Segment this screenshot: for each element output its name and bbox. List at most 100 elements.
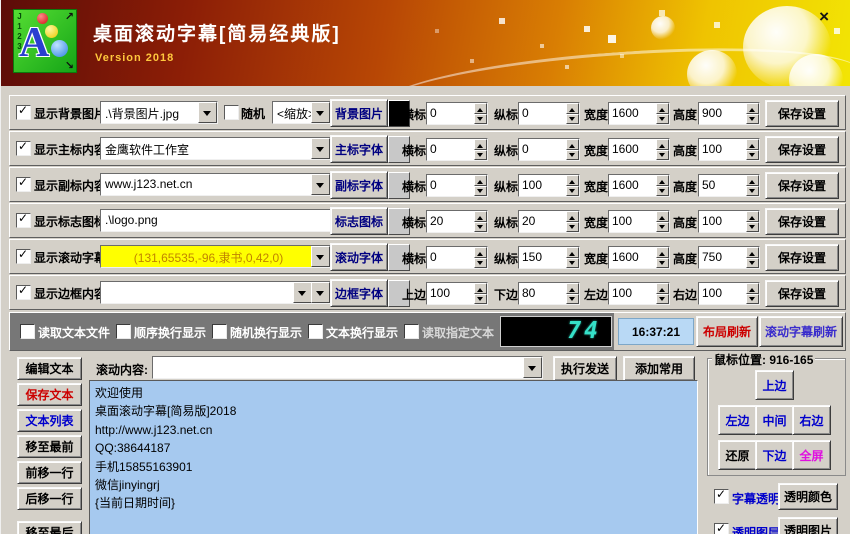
spin-down-button[interactable] [746, 149, 759, 160]
spin-up-button[interactable] [566, 139, 579, 150]
spin-up-button[interactable] [474, 103, 487, 114]
show-background-checkbox[interactable]: ✓ [16, 103, 31, 120]
execute-send-button[interactable]: 执行发送 [553, 356, 617, 381]
subtitle-transparent-checkbox[interactable]: ✓ [714, 487, 729, 504]
transparent-color-button[interactable]: 透明颜色 [778, 483, 838, 510]
height-field[interactable]: 50 [698, 174, 760, 197]
spin-down-button[interactable] [746, 257, 759, 268]
spin-down-button[interactable] [474, 293, 487, 304]
height-field[interactable]: 900 [698, 102, 760, 125]
spin-up-button[interactable] [746, 211, 759, 222]
bottom-margin-field[interactable]: 80 [518, 282, 580, 305]
height-field[interactable]: 100 [698, 210, 760, 233]
move-down-line-button[interactable]: 后移一行 [17, 487, 82, 510]
dropdown-button[interactable] [311, 138, 330, 159]
scale-mode-combobox[interactable]: <缩放> [272, 101, 331, 124]
spin-up-button[interactable] [746, 139, 759, 150]
spin-down-button[interactable] [656, 293, 669, 304]
spin-up-button[interactable] [746, 103, 759, 114]
save-settings-button[interactable]: 保存设置 [765, 136, 839, 163]
text-list-button[interactable]: 文本列表 [17, 409, 82, 432]
dropdown-button[interactable] [523, 357, 542, 378]
layout-refresh-button[interactable]: 布局刷新 [696, 316, 758, 347]
save-settings-button[interactable]: 保存设置 [765, 100, 839, 127]
spin-down-button[interactable] [746, 185, 759, 196]
position-fullscreen-button[interactable]: 全屏 [792, 440, 831, 470]
sequential-wrap-checkbox[interactable] [116, 324, 131, 339]
subtitle-combobox[interactable]: www.j123.net.cn [100, 173, 331, 196]
spin-up-button[interactable] [656, 103, 669, 114]
marquee-text-editor[interactable]: 欢迎使用 桌面滚动字幕[简易版]2018 http://www.j123.net.c… [89, 380, 698, 534]
spin-up-button[interactable] [566, 211, 579, 222]
spin-down-button[interactable] [474, 221, 487, 232]
width-field[interactable]: 1600 [608, 174, 670, 197]
spin-down-button[interactable] [566, 185, 579, 196]
spin-up-button[interactable] [746, 247, 759, 258]
background-image-combobox[interactable]: .\背景图片.jpg [100, 101, 218, 124]
save-settings-button[interactable]: 保存设置 [765, 244, 839, 271]
spin-up-button[interactable] [474, 247, 487, 258]
save-settings-button[interactable]: 保存设置 [765, 208, 839, 235]
position-bottom-button[interactable]: 下边 [755, 440, 794, 470]
random-checkbox[interactable] [224, 105, 239, 120]
x-field[interactable]: 0 [426, 174, 488, 197]
edit-text-button[interactable]: 编辑文本 [17, 357, 82, 380]
spin-up-button[interactable] [746, 283, 759, 294]
move-up-line-button[interactable]: 前移一行 [17, 461, 82, 484]
save-settings-button[interactable]: 保存设置 [765, 280, 839, 307]
subtitle-font-button[interactable]: 副标字体 [330, 171, 388, 199]
height-field[interactable]: 750 [698, 246, 760, 269]
x-field[interactable]: 0 [426, 138, 488, 161]
spin-down-button[interactable] [746, 221, 759, 232]
spin-up-button[interactable] [566, 175, 579, 186]
transparent-layer-checkbox[interactable]: ✓ [714, 521, 729, 534]
random-wrap-checkbox[interactable] [212, 324, 227, 339]
move-to-end-button[interactable]: 移至最后 [17, 521, 82, 534]
logo-path-input[interactable]: .\logo.png [100, 209, 331, 232]
top-margin-field[interactable]: 100 [426, 282, 488, 305]
y-field[interactable]: 150 [518, 246, 580, 269]
spin-up-button[interactable] [656, 139, 669, 150]
border-font-button[interactable]: 边框字体 [330, 279, 388, 307]
spin-down-button[interactable] [474, 113, 487, 124]
show-main-title-checkbox[interactable]: ✓ [16, 139, 31, 156]
height-field[interactable]: 100 [698, 138, 760, 161]
width-field[interactable]: 100 [608, 210, 670, 233]
spin-up-button[interactable] [474, 283, 487, 294]
width-field[interactable]: 1600 [608, 246, 670, 269]
spin-up-button[interactable] [566, 283, 579, 294]
scroll-content-combobox[interactable] [152, 356, 543, 379]
dropdown-button[interactable] [311, 174, 330, 195]
spin-up-button[interactable] [474, 211, 487, 222]
left-margin-field[interactable]: 100 [608, 282, 670, 305]
transparent-image-button[interactable]: 透明图片 [778, 517, 838, 534]
border-content-combobox[interactable] [100, 281, 331, 304]
main-title-font-button[interactable]: 主标字体 [330, 135, 388, 163]
move-to-front-button[interactable]: 移至最前 [17, 435, 82, 458]
marquee-font-button[interactable]: 滚动字体 [330, 243, 388, 271]
position-right-button[interactable]: 右边 [792, 405, 831, 435]
position-restore-button[interactable]: 还原 [718, 440, 757, 470]
spin-down-button[interactable] [656, 257, 669, 268]
spin-up-button[interactable] [656, 175, 669, 186]
read-text-file-checkbox[interactable] [20, 324, 35, 339]
y-field[interactable]: 100 [518, 174, 580, 197]
spin-up-button[interactable] [656, 283, 669, 294]
show-subtitle-checkbox[interactable]: ✓ [16, 175, 31, 192]
spin-down-button[interactable] [566, 149, 579, 160]
spin-down-button[interactable] [474, 149, 487, 160]
spin-down-button[interactable] [566, 293, 579, 304]
spin-up-button[interactable] [566, 247, 579, 258]
save-text-button[interactable]: 保存文本 [17, 383, 82, 406]
dropdown-button[interactable] [293, 282, 312, 303]
position-left-button[interactable]: 左边 [718, 405, 757, 435]
add-common-button[interactable]: 添加常用 [623, 356, 695, 381]
x-field[interactable]: 20 [426, 210, 488, 233]
background-image-button[interactable]: 背景图片 [330, 99, 388, 127]
spin-down-button[interactable] [656, 149, 669, 160]
show-logo-checkbox[interactable]: ✓ [16, 211, 31, 228]
spin-up-button[interactable] [746, 175, 759, 186]
y-field[interactable]: 0 [518, 138, 580, 161]
spin-up-button[interactable] [656, 211, 669, 222]
dropdown-button[interactable] [198, 102, 217, 123]
